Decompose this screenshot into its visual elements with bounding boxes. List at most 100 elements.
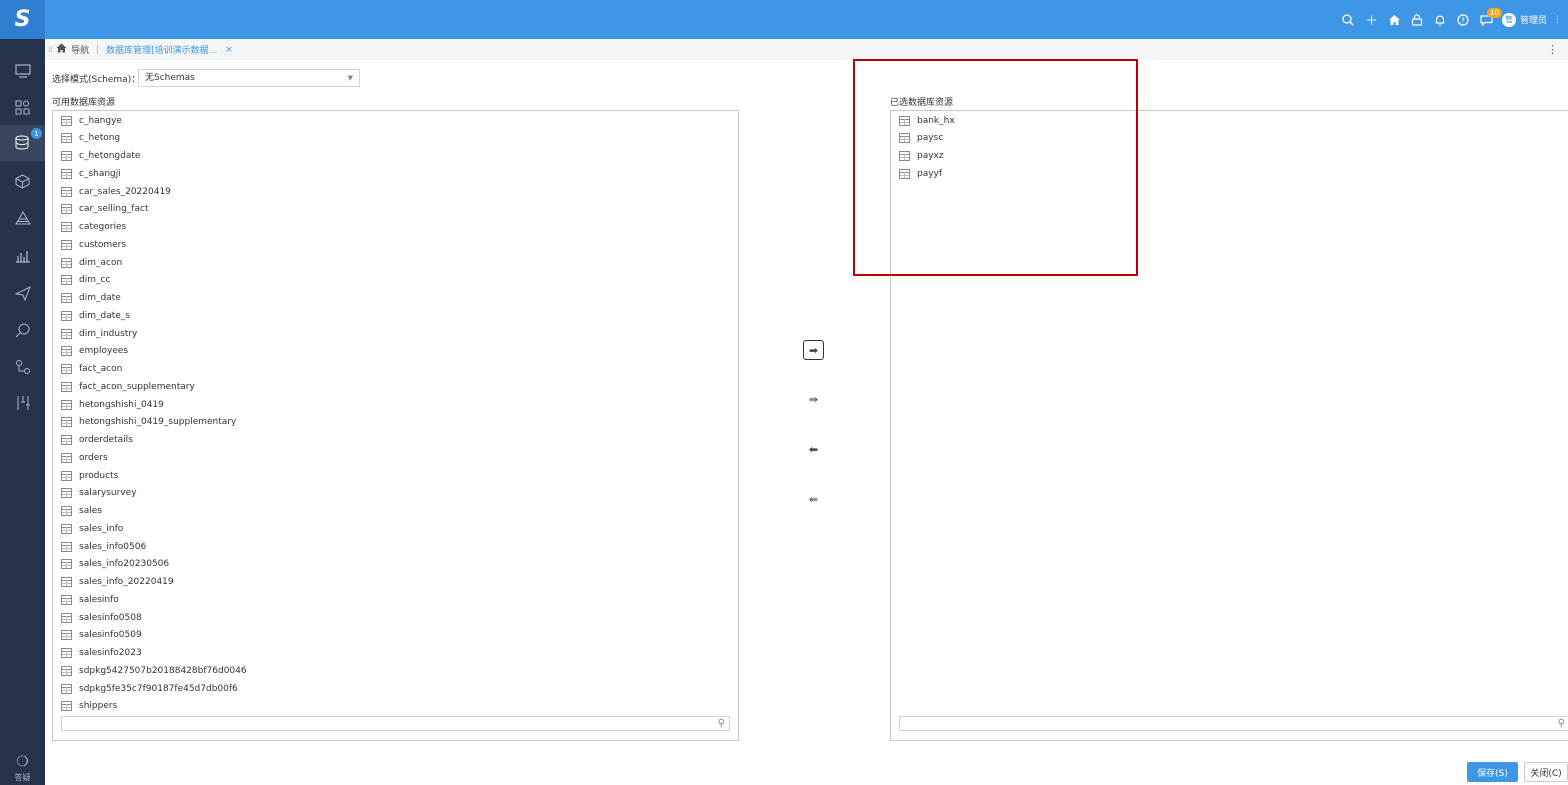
list-item[interactable]: sales_info20230506 — [61, 556, 169, 573]
list-item[interactable]: salesinfo0509 — [61, 627, 142, 644]
list-item-label: salesinfo2023 — [79, 648, 142, 658]
home-icon[interactable] — [1383, 0, 1406, 39]
cube-icon[interactable] — [0, 163, 45, 199]
list-item[interactable]: hetongshishi_0419 — [61, 396, 164, 413]
list-item[interactable]: car_sales_20220419 — [61, 183, 171, 200]
list-item[interactable]: employees — [61, 343, 128, 360]
table-icon — [61, 452, 72, 463]
tab-database-management[interactable]: 数据库管理[培训演示数据... — [106, 43, 217, 56]
list-item[interactable]: dim_date — [61, 290, 121, 307]
add-selected-button[interactable]: ➡ — [803, 340, 824, 360]
list-item[interactable]: fact_acon — [61, 361, 122, 378]
table-icon — [61, 470, 72, 481]
search-icon: ⚲ — [717, 718, 725, 729]
avatar[interactable]: 管 — [1501, 12, 1516, 27]
available-title: 可用数据库资源 — [52, 98, 116, 108]
save-button[interactable]: 保存(S) — [1467, 762, 1518, 782]
list-item[interactable]: sales_info_20220419 — [61, 574, 174, 591]
user-name[interactable]: 管理员 — [1520, 13, 1547, 26]
list-item[interactable]: salesinfo0508 — [61, 609, 142, 626]
close-icon[interactable]: × — [225, 45, 233, 55]
monitor-icon[interactable] — [0, 53, 45, 89]
list-item[interactable]: categories — [61, 219, 126, 236]
list-item[interactable]: salesinfo — [61, 591, 119, 608]
list-item[interactable]: c_hangye — [61, 112, 122, 129]
chevron-down-icon: ▼ — [347, 74, 353, 82]
list-item-label: c_shangji — [79, 168, 121, 179]
list-item[interactable]: fact_acon_supplementary — [61, 378, 195, 395]
user-menu-icon[interactable]: ⋮ — [1553, 15, 1562, 25]
list-item[interactable]: dim_date_s — [61, 307, 130, 324]
database-icon[interactable]: 1 — [0, 125, 45, 161]
plus-icon[interactable]: ＋ — [1360, 0, 1383, 39]
list-item[interactable]: car_selling_fact — [61, 201, 148, 218]
list-item[interactable]: hetongshishi_0419_supplementary — [61, 414, 236, 431]
list-item-label: customers — [79, 239, 127, 250]
table-icon — [61, 559, 72, 570]
list-item[interactable]: sales — [61, 503, 102, 520]
table-icon — [61, 701, 72, 712]
remove-selected-button[interactable]: ⬅ — [803, 439, 824, 459]
qa-icon: ❍ — [16, 754, 29, 770]
table-icon — [61, 275, 72, 286]
list-item-label: sdpkg5fe35c7f90187fe45d7db00f6 — [79, 683, 238, 694]
list-item[interactable]: orders — [61, 449, 108, 466]
list-item[interactable]: sdpkg5fe35c7f90187fe45d7db00f6 — [61, 680, 238, 697]
list-item[interactable]: products — [61, 467, 118, 484]
send-icon[interactable] — [0, 275, 45, 311]
table-icon — [61, 257, 72, 268]
close-button[interactable]: 关闭(C) — [1524, 762, 1568, 782]
analysis-icon[interactable] — [0, 312, 45, 348]
layers-icon[interactable] — [0, 200, 45, 236]
list-item[interactable]: dim_cc — [61, 272, 110, 289]
list-item[interactable]: salarysurvey — [61, 485, 137, 502]
highlight-box — [853, 59, 1138, 276]
qa-entry[interactable]: ❍ 答疑 — [0, 754, 45, 785]
table-icon — [61, 381, 72, 392]
list-item[interactable]: sales_info — [61, 520, 123, 537]
list-item[interactable]: orderdetails — [61, 432, 133, 449]
lock-icon[interactable] — [1406, 0, 1429, 39]
remove-all-button[interactable]: ⇚ — [803, 489, 824, 509]
table-icon — [61, 346, 72, 357]
list-item[interactable]: sdpkg5427507b20188428bf76d0046 — [61, 662, 247, 679]
list-item[interactable]: shippers — [61, 698, 117, 715]
list-item-label: dim_date_s — [79, 310, 130, 321]
chat-icon[interactable]: 10 — [1475, 0, 1502, 39]
selected-search[interactable]: ⚲ — [899, 716, 1568, 731]
home-icon[interactable] — [56, 43, 67, 56]
apps-icon[interactable] — [0, 89, 45, 125]
list-item[interactable]: c_shangji — [61, 165, 121, 182]
table-icon — [61, 523, 72, 534]
list-item[interactable]: salesinfo2023 — [61, 645, 142, 662]
list-item[interactable]: dim_industry — [61, 325, 137, 342]
more-icon[interactable]: ⋮ — [1547, 43, 1558, 56]
tools-icon[interactable] — [0, 385, 45, 421]
list-item-label: products — [79, 470, 119, 481]
bell-icon[interactable] — [1429, 0, 1452, 39]
add-all-button[interactable]: ⇛ — [803, 389, 824, 409]
list-item[interactable]: sales_info0506 — [61, 538, 146, 555]
table-icon — [61, 506, 72, 516]
help-icon[interactable]: ? — [1452, 0, 1475, 39]
top-bar: S ＋ ? 10 管 管理员 ⋮ — [0, 0, 1568, 39]
list-item[interactable]: dim_acon — [61, 254, 122, 271]
app-logo[interactable]: S — [0, 0, 45, 39]
available-search[interactable]: ⚲ — [61, 716, 730, 731]
search-icon: ⚲ — [1557, 718, 1565, 729]
chart-icon[interactable] — [0, 237, 45, 273]
list-item[interactable]: c_hetong — [61, 130, 120, 147]
schema-select[interactable]: 无Schemas ▼ — [138, 69, 360, 87]
list-item[interactable]: customers — [61, 236, 126, 253]
grip-icon[interactable]: ⁞⁞ — [48, 45, 53, 54]
list-item-label: fact_acon — [79, 364, 123, 374]
list-item-label: dim_cc — [79, 275, 111, 286]
search-icon[interactable] — [1337, 0, 1360, 39]
table-icon — [61, 665, 72, 676]
breadcrumb-nav[interactable]: 导航 — [71, 43, 89, 56]
breadcrumb-separator: | — [96, 44, 100, 55]
list-item-label: sales — [79, 506, 102, 516]
flow-icon[interactable] — [0, 349, 45, 385]
list-item-label: dim_date — [79, 293, 121, 303]
list-item[interactable]: c_hetongdate — [61, 148, 140, 165]
